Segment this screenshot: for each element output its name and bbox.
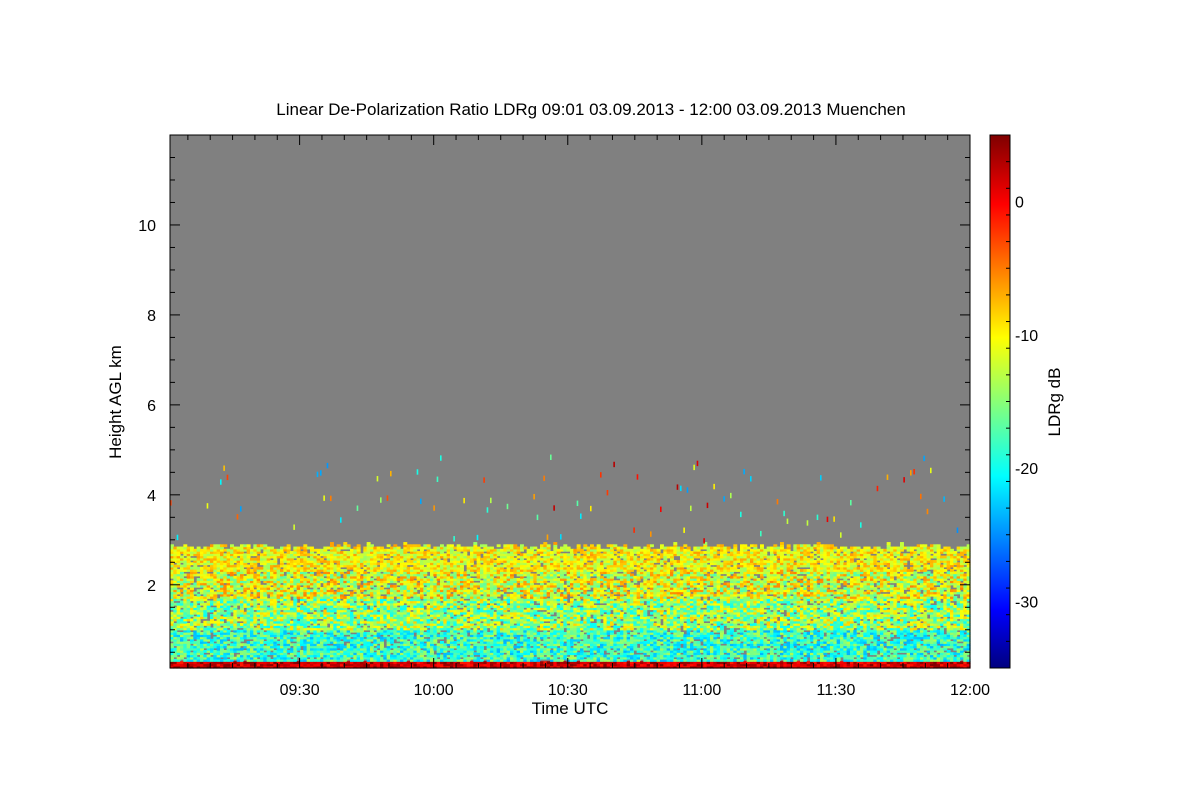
heatmap-cell xyxy=(330,495,332,502)
heatmap-cell xyxy=(376,476,379,482)
heatmap-cell xyxy=(323,495,325,501)
heatmap-cell xyxy=(490,497,492,504)
chart-title: Linear De-Polarization Ratio LDRg 09:01 … xyxy=(276,100,905,119)
heatmap-cell xyxy=(206,503,209,509)
heatmap-cell xyxy=(506,503,509,510)
heatmap-cell xyxy=(236,514,239,520)
heatmap-cell xyxy=(433,505,435,511)
heatmap-cell xyxy=(223,465,225,471)
heatmap-cell xyxy=(330,542,334,545)
heatmap-cell xyxy=(496,544,501,548)
heatmap-cell xyxy=(420,498,422,505)
ldr-chart: Linear De-Polarization Ratio LDRg 09:01 … xyxy=(106,100,1064,718)
heatmap-cell xyxy=(226,474,229,481)
heatmap-cell xyxy=(223,544,228,548)
heatmap-cell xyxy=(316,471,319,478)
heatmap-cell xyxy=(426,544,431,548)
heatmap-cell xyxy=(176,534,179,541)
heatmap-cell xyxy=(326,462,329,469)
heatmap-cell xyxy=(380,497,382,503)
heatmap-cell xyxy=(473,542,478,545)
heatmap-cell xyxy=(436,476,439,482)
heatmap-cell xyxy=(340,517,342,523)
heatmap-cell xyxy=(246,544,251,548)
heatmap-cell xyxy=(390,470,392,477)
heatmap-cell xyxy=(240,506,242,512)
heatmap-cell xyxy=(356,505,359,511)
heatmap-cell xyxy=(386,495,389,501)
heatmap-cell xyxy=(293,524,295,530)
heatmap-cell xyxy=(453,536,455,542)
heatmap-cell xyxy=(416,469,419,475)
heatmap-cell xyxy=(440,455,442,461)
heatmap-cell xyxy=(483,477,485,483)
heatmap-cell xyxy=(346,544,351,548)
heatmap-cell xyxy=(220,479,222,485)
heatmap-cell xyxy=(463,497,465,504)
heatmap-cell xyxy=(476,534,479,541)
heatmap-cell xyxy=(286,544,291,548)
heatmap-cell xyxy=(486,507,489,513)
heatmap-cell xyxy=(320,470,322,476)
heatmap-cell xyxy=(356,544,361,548)
